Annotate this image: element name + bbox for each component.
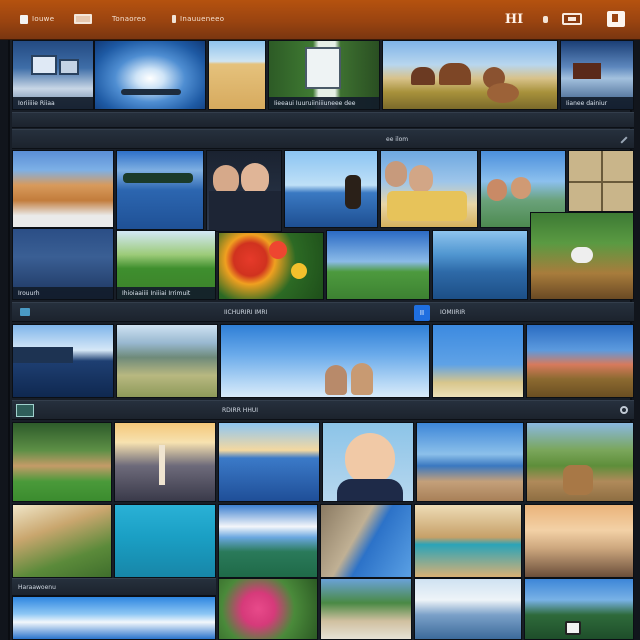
folder-icon [16, 404, 34, 417]
menu-item-library[interactable]: Iouwe [20, 12, 54, 26]
photo-thumb[interactable] [284, 150, 378, 228]
photo-thumb[interactable] [12, 504, 112, 578]
menu-item-photos[interactable] [74, 12, 92, 26]
close-icon[interactable] [604, 9, 628, 29]
photo-thumb[interactable] [114, 504, 216, 578]
grid-view-label: HI [504, 11, 524, 27]
count-badge[interactable]: II [414, 305, 430, 321]
section-label: RDIRR HHUI [222, 407, 258, 414]
photo-thumb[interactable] [568, 150, 634, 212]
photo-caption: Irouurh [13, 287, 113, 299]
photo-grid: Ioriiiiie Riiaa Iieeaui Iuuruiiniiiuneee… [8, 40, 634, 640]
photo-thumb[interactable]: Irouurh [12, 228, 114, 300]
photo-thumb[interactable]: Ioriiiiie Riiaa [12, 40, 94, 110]
photo-thumb[interactable] [218, 232, 324, 300]
section-label: ee ilom [386, 136, 409, 143]
photo-thumb[interactable] [12, 422, 112, 502]
photo-thumb[interactable] [94, 40, 206, 110]
menu-item-albums[interactable]: Tonaoreo [112, 12, 146, 26]
refresh-icon[interactable] [620, 406, 628, 414]
photo-thumb[interactable] [12, 324, 114, 398]
menu-item-albums-label: Tonaoreo [112, 15, 147, 23]
photo-thumb[interactable] [12, 596, 216, 640]
photo-caption: Iieeaui Iuuruiiniiiuneee dee [269, 97, 379, 109]
section-header: Haraawoenu [12, 578, 216, 596]
photo-thumb[interactable] [208, 40, 266, 110]
photo-thumb[interactable]: Ihioiaaiiii Iniiiai Irrimuit [116, 230, 216, 300]
photo-thumb[interactable] [414, 504, 522, 578]
photo-thumb[interactable]: Iieeaui Iuuruiiniiiuneee dee [268, 40, 380, 110]
photo-thumb[interactable] [220, 324, 430, 398]
grid-view-button[interactable]: HI [500, 9, 528, 29]
photo-thumb[interactable] [524, 578, 634, 640]
app-toolbar: Iouwe Tonaoreo Inauueneeo HI [0, 0, 640, 40]
photo-caption: Ihioiaaiiii Iniiiai Irrimuit [117, 287, 215, 299]
photo-thumb[interactable] [524, 504, 634, 578]
photo-thumb[interactable] [12, 150, 114, 228]
photo-thumb[interactable] [116, 324, 218, 398]
photo-thumb[interactable] [320, 504, 412, 578]
photo-thumb[interactable] [382, 40, 558, 110]
menu-item-events[interactable]: Inauueneeo [172, 12, 224, 26]
photo-thumb[interactable]: Iianee dainiur [560, 40, 634, 110]
person-icon[interactable] [540, 9, 550, 29]
photo-thumb[interactable] [218, 578, 318, 640]
photo-caption: Ioriiiiie Riiaa [13, 97, 93, 109]
section-title: Haraawoenu [18, 584, 56, 591]
section-header: IICHURIRI IMRI II IOMIIRIR [12, 302, 634, 322]
share-icon[interactable] [560, 9, 584, 29]
section-label-right: IOMIIRIR [440, 309, 466, 316]
section-header [12, 112, 634, 128]
collection-icon [20, 308, 30, 316]
folder-icon [20, 14, 28, 24]
photo-thumb[interactable] [322, 422, 414, 502]
photo-thumb[interactable] [206, 150, 282, 232]
photo-thumb[interactable] [218, 504, 318, 578]
photo-thumb[interactable] [114, 422, 216, 502]
section-label: IICHURIRI IMRI [224, 309, 268, 316]
photo-thumb[interactable] [432, 230, 528, 300]
photo-thumb[interactable] [526, 422, 634, 502]
photo-thumb[interactable] [416, 422, 524, 502]
section-header: RDIRR HHUI [12, 400, 634, 420]
photo-thumb[interactable] [414, 578, 522, 640]
photo-thumb[interactable] [530, 212, 634, 300]
photo-thumb[interactable] [432, 324, 524, 398]
menu-item-library-label: Iouwe [32, 15, 55, 23]
menu-icon [172, 15, 176, 23]
photo-thumb[interactable] [380, 150, 478, 228]
photo-thumb[interactable] [326, 230, 430, 300]
expand-icon[interactable] [620, 136, 628, 144]
photo-caption: Iianee dainiur [561, 97, 633, 109]
photo-thumb[interactable] [218, 422, 320, 502]
photo-thumb[interactable] [320, 578, 412, 640]
menu-item-events-label: Inauueneeo [180, 15, 225, 23]
section-header: ee ilom [12, 129, 634, 149]
photo-thumb[interactable] [526, 324, 634, 398]
photo-thumb[interactable] [116, 150, 204, 230]
image-icon [74, 14, 92, 24]
